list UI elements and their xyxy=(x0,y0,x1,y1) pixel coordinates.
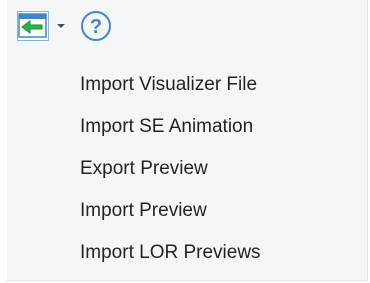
dropdown-toggle[interactable] xyxy=(53,14,69,38)
menu-item-import-se-animation[interactable]: Import SE Animation xyxy=(7,106,368,148)
dropdown-panel: ? Import Visualizer File Import SE Anima… xyxy=(7,0,368,281)
menu-item-import-preview[interactable]: Import Preview xyxy=(7,190,368,232)
help-question-mark: ? xyxy=(90,16,102,38)
menu-item-import-lor-previews[interactable]: Import LOR Previews xyxy=(7,232,368,274)
import-export-arrow-icon xyxy=(18,13,47,38)
toolbar: ? xyxy=(7,0,368,44)
import-export-split-button[interactable] xyxy=(17,11,69,41)
chevron-down-icon xyxy=(57,24,65,28)
menu-item-import-visualizer-file[interactable]: Import Visualizer File xyxy=(7,64,368,106)
help-question-icon: ? xyxy=(81,11,111,41)
menu-item-export-preview[interactable]: Export Preview xyxy=(7,148,368,190)
import-export-button-face[interactable] xyxy=(17,11,49,41)
help-button[interactable]: ? xyxy=(79,9,113,43)
screenshot-root: ? Import Visualizer File Import SE Anima… xyxy=(0,0,370,283)
dropdown-menu: Import Visualizer File Import SE Animati… xyxy=(7,64,368,274)
